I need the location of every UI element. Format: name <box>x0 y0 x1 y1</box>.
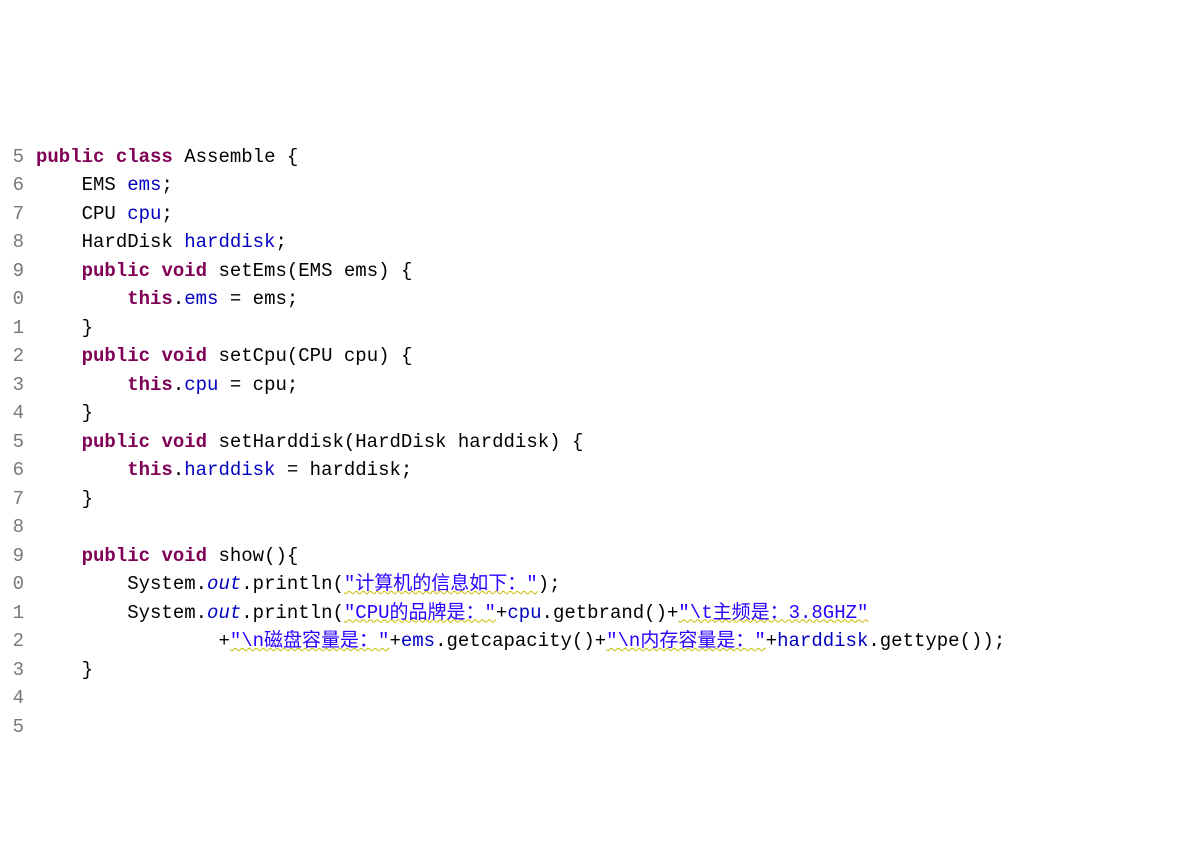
line-number: 5 <box>0 143 24 172</box>
string: "\t主频是：3.8GHZ" <box>678 602 868 624</box>
code-line[interactable] <box>36 684 1180 713</box>
keyword: this <box>127 459 173 481</box>
method: setEms <box>218 260 286 282</box>
var: ems <box>253 288 287 310</box>
code-editor: 567890123456789012345 public class Assem… <box>0 114 1180 717</box>
keyword: void <box>161 260 207 282</box>
static-field: out <box>207 573 241 595</box>
keyword: public <box>82 431 150 453</box>
type: CPU <box>82 203 116 225</box>
line-number: 1 <box>0 314 24 343</box>
param: cpu <box>344 345 378 367</box>
code-line[interactable]: public class Assemble { <box>36 143 1180 172</box>
field: harddisk <box>184 231 275 253</box>
param: ems <box>344 260 378 282</box>
static-field: out <box>207 602 241 624</box>
method-call: gettype <box>880 630 960 652</box>
keyword: public <box>82 345 150 367</box>
method-call: getbrand <box>553 602 644 624</box>
param: harddisk <box>458 431 549 453</box>
var: harddisk <box>310 459 401 481</box>
line-number: 5 <box>0 428 24 457</box>
field: harddisk <box>184 459 275 481</box>
keyword: public <box>82 260 150 282</box>
line-number: 2 <box>0 627 24 656</box>
class-ref: System <box>127 602 195 624</box>
code-line[interactable]: } <box>36 656 1180 685</box>
code-line[interactable]: } <box>36 399 1180 428</box>
code-line[interactable]: this.cpu = cpu; <box>36 371 1180 400</box>
line-number: 9 <box>0 257 24 286</box>
type: EMS <box>82 174 116 196</box>
line-number: 6 <box>0 171 24 200</box>
keyword: class <box>116 146 173 168</box>
string: "\n磁盘容量是：" <box>230 630 390 652</box>
code-line[interactable]: EMS ems; <box>36 171 1180 200</box>
string: "计算机的信息如下：" <box>344 573 538 595</box>
keyword: void <box>161 345 207 367</box>
code-line[interactable]: +"\n磁盘容量是："+ems.getcapacity()+"\n内存容量是："… <box>36 627 1180 656</box>
type: EMS <box>298 260 332 282</box>
field: cpu <box>127 203 161 225</box>
keyword: void <box>161 545 207 567</box>
field: cpu <box>184 374 218 396</box>
method: setHarddisk <box>218 431 343 453</box>
code-line[interactable] <box>36 513 1180 542</box>
method-call: println <box>253 573 333 595</box>
field: harddisk <box>777 630 868 652</box>
line-number: 3 <box>0 656 24 685</box>
type: HardDisk <box>355 431 446 453</box>
line-number: 6 <box>0 456 24 485</box>
line-number: 0 <box>0 285 24 314</box>
code-line[interactable] <box>36 713 1180 742</box>
line-number: 7 <box>0 200 24 229</box>
code-area[interactable]: public class Assemble { EMS ems; CPU cpu… <box>28 114 1180 717</box>
line-number: 8 <box>0 228 24 257</box>
keyword: public <box>36 146 104 168</box>
keyword: void <box>161 431 207 453</box>
line-number: 5 <box>0 713 24 742</box>
code-line[interactable]: public void setCpu(CPU cpu) { <box>36 342 1180 371</box>
code-line[interactable]: } <box>36 485 1180 514</box>
field: ems <box>401 630 435 652</box>
line-number: 0 <box>0 570 24 599</box>
code-line[interactable]: public void setHarddisk(HardDisk harddis… <box>36 428 1180 457</box>
field: cpu <box>507 602 541 624</box>
line-number: 2 <box>0 342 24 371</box>
method: setCpu <box>218 345 286 367</box>
method: show <box>218 545 264 567</box>
line-number-gutter: 567890123456789012345 <box>0 114 28 717</box>
var: cpu <box>253 374 287 396</box>
class-ref: System <box>127 573 195 595</box>
type: HardDisk <box>82 231 173 253</box>
code-line[interactable]: CPU cpu; <box>36 200 1180 229</box>
string: "CPU的品牌是：" <box>344 602 496 624</box>
line-number: 7 <box>0 485 24 514</box>
line-number: 4 <box>0 684 24 713</box>
code-line[interactable]: public void show(){ <box>36 542 1180 571</box>
code-line[interactable]: System.out.println("计算机的信息如下："); <box>36 570 1180 599</box>
code-line[interactable]: } <box>36 314 1180 343</box>
method-call: getcapacity <box>446 630 571 652</box>
code-line[interactable]: this.harddisk = harddisk; <box>36 456 1180 485</box>
keyword: this <box>127 288 173 310</box>
string: "\n内存容量是：" <box>606 630 766 652</box>
keyword: this <box>127 374 173 396</box>
code-line[interactable]: this.ems = ems; <box>36 285 1180 314</box>
line-number: 8 <box>0 513 24 542</box>
method-call: println <box>253 602 333 624</box>
class-name: Assemble <box>184 146 275 168</box>
code-line[interactable]: public void setEms(EMS ems) { <box>36 257 1180 286</box>
line-number: 4 <box>0 399 24 428</box>
keyword: public <box>82 545 150 567</box>
line-number: 9 <box>0 542 24 571</box>
field: ems <box>184 288 218 310</box>
type: CPU <box>298 345 332 367</box>
line-number: 3 <box>0 371 24 400</box>
field: ems <box>127 174 161 196</box>
code-line[interactable]: HardDisk harddisk; <box>36 228 1180 257</box>
